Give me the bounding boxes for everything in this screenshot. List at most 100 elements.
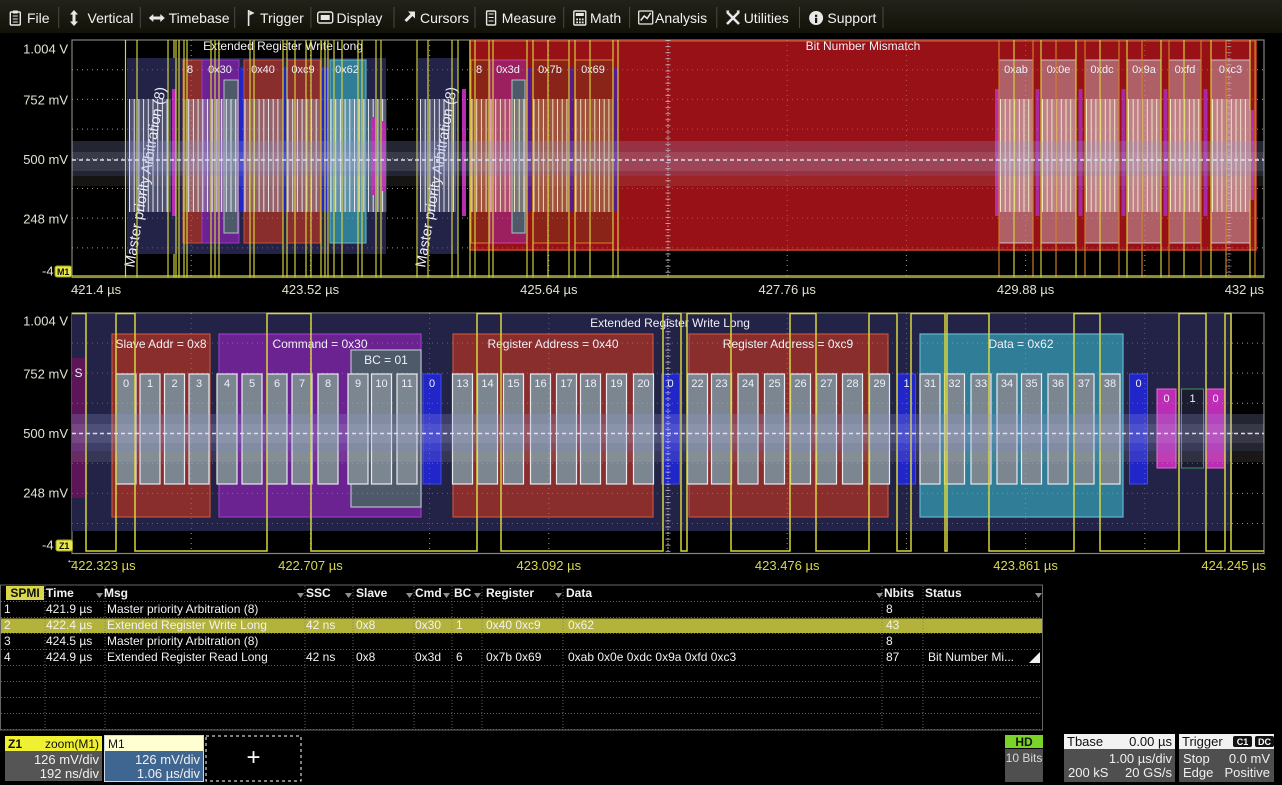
svg-text:Trigger: Trigger xyxy=(1182,734,1223,749)
svg-text:34: 34 xyxy=(1001,378,1013,390)
svg-text:5: 5 xyxy=(249,378,255,390)
svg-text:421.4 µs: 421.4 µs xyxy=(71,282,122,297)
svg-text:Edge: Edge xyxy=(1183,765,1213,780)
svg-text:87: 87 xyxy=(886,650,900,664)
svg-text:0x3d: 0x3d xyxy=(415,650,441,664)
svg-text:Data = 0x62: Data = 0x62 xyxy=(988,337,1053,351)
svg-text:Register Address = 0xc9: Register Address = 0xc9 xyxy=(723,337,854,351)
svg-text:248 mV: 248 mV xyxy=(23,212,68,227)
svg-text:6: 6 xyxy=(274,378,280,390)
svg-text:Slave Addr = 0x8: Slave Addr = 0x8 xyxy=(115,337,206,351)
svg-text:1: 1 xyxy=(147,378,153,390)
svg-text:11: 11 xyxy=(401,378,412,390)
svg-text:4: 4 xyxy=(4,650,11,664)
svg-text:0x30: 0x30 xyxy=(415,618,441,632)
svg-text:423.861 µs: 423.861 µs xyxy=(993,558,1058,573)
svg-text:8: 8 xyxy=(886,634,893,648)
svg-text:7: 7 xyxy=(299,378,305,390)
svg-text:422.323 µs: 422.323 µs xyxy=(71,558,136,573)
svg-text:0x62: 0x62 xyxy=(568,618,594,632)
svg-text:Cursors: Cursors xyxy=(420,10,469,26)
svg-text:6: 6 xyxy=(456,650,463,664)
svg-text:126 mV/div: 126 mV/div xyxy=(135,752,201,767)
svg-text:1.00 µs/div: 1.00 µs/div xyxy=(1109,751,1173,766)
svg-text:3: 3 xyxy=(4,634,11,648)
svg-text:0x40 0xc9: 0x40 0xc9 xyxy=(486,618,541,632)
svg-text:0: 0 xyxy=(123,378,129,390)
svg-text:20: 20 xyxy=(637,378,649,390)
svg-text:32: 32 xyxy=(948,378,960,390)
svg-text:Time: Time xyxy=(46,586,74,600)
svg-text:0x30: 0x30 xyxy=(208,64,232,76)
svg-text:25: 25 xyxy=(768,378,780,390)
svg-text:26: 26 xyxy=(794,378,806,390)
svg-text:432 µs: 432 µs xyxy=(1225,282,1265,297)
svg-text:Slave: Slave xyxy=(356,586,388,600)
svg-text:Bit Number Mismatch: Bit Number Mismatch xyxy=(806,39,921,53)
svg-text:427.76 µs: 427.76 µs xyxy=(759,282,817,297)
svg-text:0.00 µs: 0.00 µs xyxy=(1129,734,1172,749)
svg-text:423.092 µs: 423.092 µs xyxy=(517,558,582,573)
svg-text:35: 35 xyxy=(1025,378,1037,390)
svg-text:15: 15 xyxy=(507,378,519,390)
svg-text:10 Bits: 10 Bits xyxy=(1006,751,1043,765)
svg-text:DC: DC xyxy=(1258,737,1271,747)
svg-text:421.9 µs: 421.9 µs xyxy=(46,602,92,616)
svg-text:SSC: SSC xyxy=(306,586,331,600)
svg-text:Nbits: Nbits xyxy=(884,586,914,600)
svg-text:31: 31 xyxy=(924,378,936,390)
svg-text:Z1: Z1 xyxy=(59,541,70,551)
svg-text:Data: Data xyxy=(566,586,592,600)
svg-text:Bit Number Mi...: Bit Number Mi... xyxy=(928,650,1014,664)
svg-text:8: 8 xyxy=(886,602,893,616)
svg-text:23: 23 xyxy=(715,378,727,390)
svg-text:Positive: Positive xyxy=(1224,765,1270,780)
svg-text:0.0 mV: 0.0 mV xyxy=(1229,751,1271,766)
svg-text:Command = 0x30: Command = 0x30 xyxy=(272,337,367,351)
svg-text:0x0e: 0x0e xyxy=(1047,64,1071,76)
svg-text:zoom(M1): zoom(M1) xyxy=(45,737,99,751)
svg-text:0x8: 0x8 xyxy=(356,618,376,632)
svg-text:1.004 V: 1.004 V xyxy=(23,42,68,57)
svg-text:14: 14 xyxy=(481,378,493,390)
svg-text:0: 0 xyxy=(1163,393,1169,405)
svg-text:1.004 V: 1.004 V xyxy=(23,314,68,329)
svg-text:C1: C1 xyxy=(1237,737,1249,747)
svg-text:File: File xyxy=(27,10,50,26)
svg-text:Status: Status xyxy=(925,586,962,600)
svg-text:33: 33 xyxy=(975,378,987,390)
svg-text:752 mV: 752 mV xyxy=(23,367,68,382)
svg-text:Extended Register Write Long: Extended Register Write Long xyxy=(590,316,750,330)
svg-text:Extended Register Write Long: Extended Register Write Long xyxy=(107,618,267,632)
svg-text:0x7b: 0x7b xyxy=(538,64,562,76)
svg-text:27: 27 xyxy=(820,378,832,390)
svg-text:1: 1 xyxy=(456,618,463,632)
svg-text:2: 2 xyxy=(4,618,11,632)
svg-text:429.88 µs: 429.88 µs xyxy=(997,282,1055,297)
svg-text:1: 1 xyxy=(4,602,11,616)
svg-text:16: 16 xyxy=(534,378,546,390)
svg-text:Analysis: Analysis xyxy=(655,10,707,26)
svg-text:Msg: Msg xyxy=(104,586,128,600)
svg-text:2: 2 xyxy=(171,378,177,390)
svg-text:20 GS/s: 20 GS/s xyxy=(1125,765,1172,780)
svg-text:423.476 µs: 423.476 µs xyxy=(755,558,820,573)
svg-text:Stop: Stop xyxy=(1183,751,1210,766)
svg-text:Cmd: Cmd xyxy=(415,586,442,600)
svg-text:BC = 01: BC = 01 xyxy=(364,353,408,367)
svg-text:HD: HD xyxy=(1015,735,1033,749)
svg-text:424.9 µs: 424.9 µs xyxy=(46,650,92,664)
svg-text:10: 10 xyxy=(375,378,387,390)
svg-text:Timebase: Timebase xyxy=(169,10,230,26)
svg-text:24: 24 xyxy=(742,378,754,390)
svg-text:Support: Support xyxy=(827,10,876,26)
svg-text:0x7b 0x69: 0x7b 0x69 xyxy=(486,650,542,664)
svg-text:+: + xyxy=(246,744,260,771)
svg-text:Vertical: Vertical xyxy=(88,10,134,26)
svg-text:Register: Register xyxy=(486,586,534,600)
svg-text:BC: BC xyxy=(454,586,472,600)
svg-text:37: 37 xyxy=(1078,378,1090,390)
svg-text:29: 29 xyxy=(873,378,885,390)
svg-text:422.707 µs: 422.707 µs xyxy=(278,558,343,573)
svg-text:9: 9 xyxy=(355,378,361,390)
